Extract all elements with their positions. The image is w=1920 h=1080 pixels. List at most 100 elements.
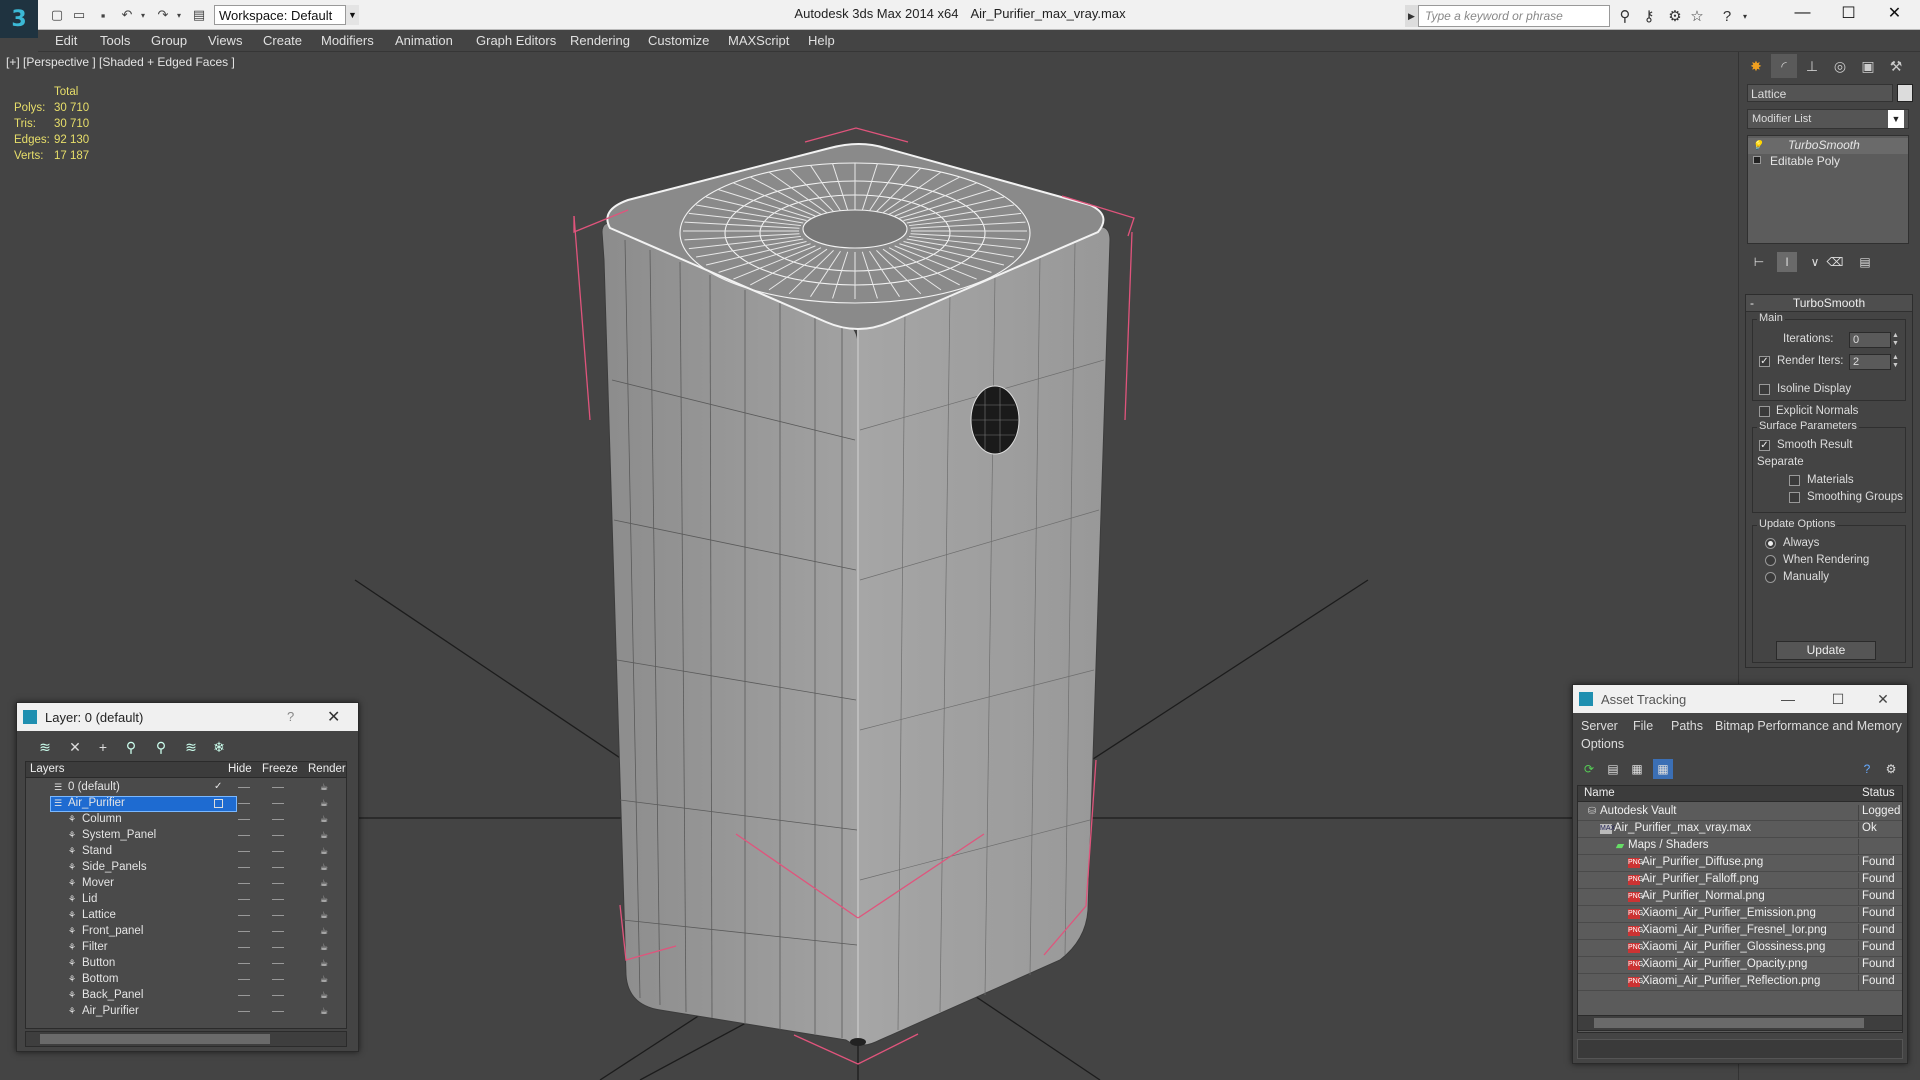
- render-teapot-icon[interactable]: ☕: [320, 991, 330, 1000]
- redo-dropdown-icon[interactable]: ▾: [170, 6, 188, 24]
- hide-toggle[interactable]: [238, 931, 250, 932]
- pin-stack-icon[interactable]: ⊢: [1749, 252, 1769, 272]
- always-radio[interactable]: [1765, 538, 1776, 549]
- hide-toggle[interactable]: [238, 915, 250, 916]
- freeze-toggle[interactable]: [272, 867, 284, 868]
- hide-toggle[interactable]: [238, 963, 250, 964]
- hide-toggle[interactable]: [238, 867, 250, 868]
- hide-toggle[interactable]: [238, 803, 250, 804]
- motion-tab-icon[interactable]: ◎: [1827, 54, 1853, 78]
- freeze-toggle[interactable]: [272, 883, 284, 884]
- lightbulb-icon[interactable]: 💡: [1752, 140, 1763, 150]
- asset-settings-icon[interactable]: ⚙: [1881, 759, 1901, 779]
- render-teapot-icon[interactable]: ☕: [320, 959, 330, 968]
- layer-close-icon[interactable]: ✕: [327, 707, 340, 727]
- delete-layer-icon[interactable]: ✕: [65, 737, 85, 757]
- render-teapot-icon[interactable]: ☕: [320, 831, 330, 840]
- smoothing-groups-checkbox[interactable]: [1789, 492, 1800, 503]
- menu-maxscript[interactable]: MAXScript: [728, 33, 789, 48]
- scroll-thumb[interactable]: [40, 1034, 270, 1044]
- menu-create[interactable]: Create: [263, 33, 302, 48]
- display-tab-icon[interactable]: ▣: [1855, 54, 1881, 78]
- hide-all-layers-icon[interactable]: ≋: [181, 737, 201, 757]
- asset-menu-bitmap[interactable]: Bitmap Performance and Memory: [1715, 719, 1902, 733]
- col-hide[interactable]: Hide: [228, 763, 252, 775]
- freeze-toggle[interactable]: [272, 947, 284, 948]
- manually-radio[interactable]: [1765, 572, 1776, 583]
- hide-toggle[interactable]: [238, 787, 250, 788]
- update-button[interactable]: Update: [1776, 641, 1876, 660]
- freeze-toggle[interactable]: [272, 995, 284, 996]
- render-teapot-icon[interactable]: ☕: [320, 943, 330, 952]
- render-teapot-icon[interactable]: ☕: [320, 895, 330, 904]
- viewport-label[interactable]: [+] [Perspective ] [Shaded + Edged Faces…: [6, 55, 235, 69]
- workspace-expand-icon[interactable]: ▼: [345, 5, 359, 25]
- asset-minimize-icon[interactable]: —: [1773, 689, 1803, 709]
- render-teapot-icon[interactable]: ☕: [320, 783, 330, 792]
- col-freeze[interactable]: Freeze: [262, 763, 298, 775]
- make-unique-icon[interactable]: ∨: [1805, 252, 1825, 272]
- hierarchy-tab-icon[interactable]: ⊥: [1799, 54, 1825, 78]
- hide-toggle[interactable]: [238, 835, 250, 836]
- freeze-toggle[interactable]: [272, 819, 284, 820]
- modifier-list-arrow-icon[interactable]: ▼: [1888, 110, 1904, 128]
- modifier-list-dropdown[interactable]: Modifier List: [1747, 109, 1909, 129]
- render-teapot-icon[interactable]: ☕: [320, 815, 330, 824]
- stack-item-turbosmooth[interactable]: 💡 TurboSmooth: [1748, 138, 1908, 154]
- col-render[interactable]: Render: [308, 763, 346, 775]
- render-teapot-icon[interactable]: ☕: [320, 799, 330, 808]
- expand-box-icon[interactable]: [1753, 156, 1761, 164]
- layer-horizontal-scrollbar[interactable]: [25, 1031, 347, 1047]
- layer-row[interactable]: ⚘ Bottom ☕: [26, 972, 346, 988]
- freeze-toggle[interactable]: [272, 915, 284, 916]
- render-iters-checkbox[interactable]: ✓: [1759, 356, 1770, 367]
- explicit-normals-checkbox[interactable]: [1759, 406, 1770, 417]
- render-teapot-icon[interactable]: ☕: [320, 927, 330, 936]
- asset-window-titlebar[interactable]: Asset Tracking — ☐ ✕: [1573, 685, 1907, 713]
- layer-window-titlebar[interactable]: Layer: 0 (default) ? ✕: [17, 703, 358, 731]
- menu-group[interactable]: Group: [151, 33, 187, 48]
- freeze-toggle[interactable]: [272, 931, 284, 932]
- isoline-checkbox[interactable]: [1759, 384, 1770, 395]
- menu-customize[interactable]: Customize: [648, 33, 709, 48]
- freeze-toggle[interactable]: [272, 787, 284, 788]
- stack-item-editable-poly[interactable]: Editable Poly: [1748, 154, 1908, 170]
- menu-graph-editors[interactable]: Graph Editors: [476, 33, 556, 48]
- highlight-layer-icon[interactable]: ⚲: [151, 737, 171, 757]
- smooth-result-checkbox[interactable]: ✓: [1759, 440, 1770, 451]
- favorites-star-icon[interactable]: ☆: [1686, 5, 1708, 27]
- hide-toggle[interactable]: [238, 1011, 250, 1012]
- render-teapot-icon[interactable]: ☕: [320, 879, 330, 888]
- help-dropdown-icon[interactable]: ▾: [1734, 5, 1756, 27]
- object-name-field[interactable]: Lattice: [1747, 84, 1893, 102]
- create-layer-icon[interactable]: ≋: [35, 737, 55, 757]
- create-tab-icon[interactable]: ✸: [1743, 54, 1769, 78]
- layer-row[interactable]: ⚘ Column ☕: [26, 812, 346, 828]
- asset-row[interactable]: PNG Air_Purifier_Falloff.png Found: [1578, 872, 1902, 889]
- layer-row[interactable]: ⚘ Lattice ☕: [26, 908, 346, 924]
- layer-row[interactable]: ⚘ Lid ☕: [26, 892, 346, 908]
- undo-dropdown-icon[interactable]: ▾: [134, 6, 152, 24]
- list-view-icon[interactable]: ▤: [1603, 759, 1623, 779]
- rollout-header[interactable]: - TurboSmooth: [1746, 295, 1912, 312]
- asset-menu-file[interactable]: File: [1633, 719, 1653, 733]
- asset-close-icon[interactable]: ✕: [1868, 689, 1898, 709]
- communication-center-icon[interactable]: ⚙: [1664, 5, 1686, 27]
- utilities-tab-icon[interactable]: ⚒: [1883, 54, 1909, 78]
- layer-row[interactable]: ⚘ System_Panel ☕: [26, 828, 346, 844]
- help-question-icon[interactable]: ?: [287, 709, 294, 724]
- asset-row[interactable]: PNG Xiaomi_Air_Purifier_Opacity.png Found: [1578, 957, 1902, 974]
- render-teapot-icon[interactable]: ☕: [320, 847, 330, 856]
- app-logo[interactable]: 3: [0, 0, 38, 38]
- search-expand-icon[interactable]: ▶: [1405, 5, 1418, 27]
- freeze-toggle[interactable]: [272, 803, 284, 804]
- scroll-thumb[interactable]: [1594, 1018, 1864, 1028]
- freeze-toggle[interactable]: [272, 835, 284, 836]
- layer-row[interactable]: ⚘ Back_Panel ☕: [26, 988, 346, 1004]
- layer-row[interactable]: ⚘ Stand ☕: [26, 844, 346, 860]
- refresh-icon[interactable]: ⟳: [1579, 759, 1599, 779]
- save-file-icon[interactable]: ▪: [94, 6, 112, 24]
- hide-toggle[interactable]: [238, 899, 250, 900]
- hide-toggle[interactable]: [238, 979, 250, 980]
- modify-tab-icon[interactable]: ◜: [1771, 54, 1797, 78]
